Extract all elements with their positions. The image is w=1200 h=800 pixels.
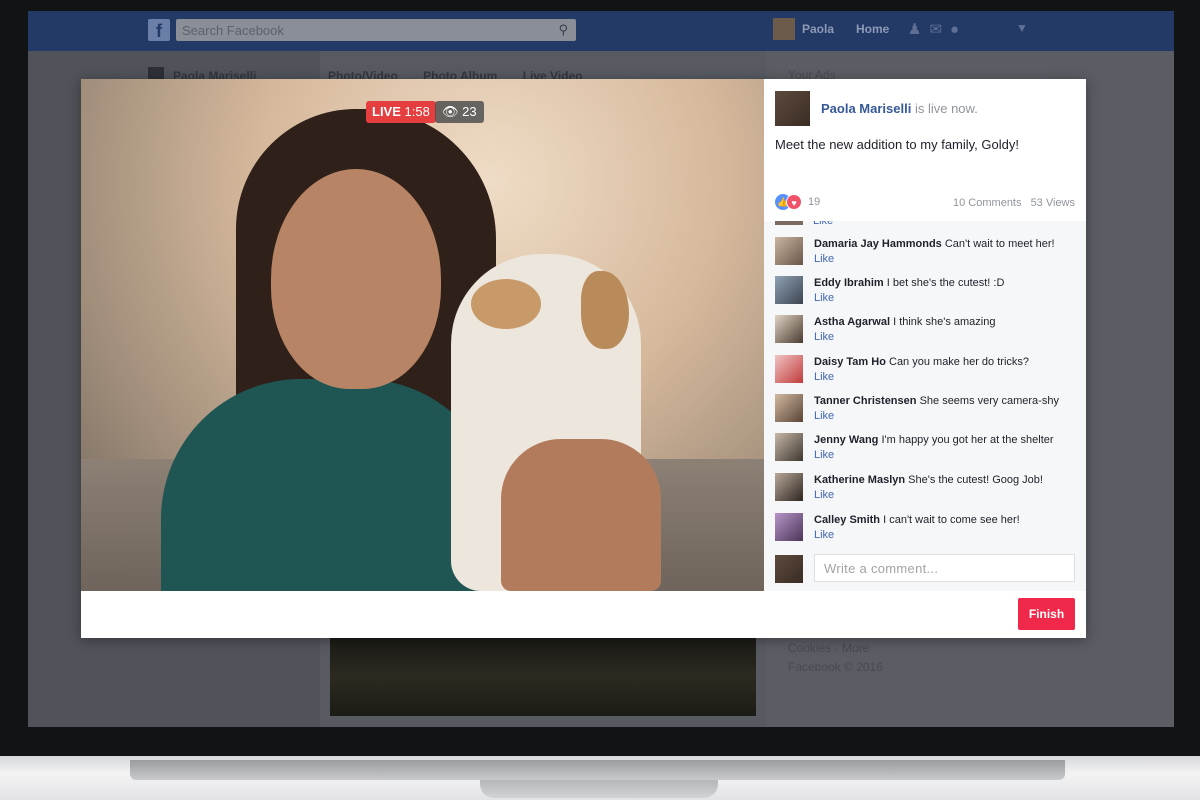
- comment-text: Daisy Tam Ho Can you make her do tricks?: [814, 356, 1029, 368]
- live-badge: LIVE 1:58: [366, 101, 436, 123]
- notification-icons: ♟✉●: [908, 20, 967, 38]
- comment-avatar[interactable]: [775, 433, 803, 461]
- video-dog-spot: [471, 279, 541, 329]
- viewer-count-badge: 👁 23: [435, 101, 484, 123]
- footer-line-1[interactable]: Cookies · More: [788, 639, 883, 658]
- post-status: is live now.: [914, 101, 978, 116]
- comment-avatar[interactable]: [775, 473, 803, 501]
- post-stats: 10 Comments 53 Views: [947, 197, 1075, 209]
- comment-like-link[interactable]: Like: [814, 292, 834, 304]
- comment-text: Eddy Ibrahim I bet she's the cutest! :D: [814, 277, 1004, 289]
- comment-item: Tanner Christensen She seems very camera…: [775, 394, 1075, 430]
- comment-avatar: [775, 221, 803, 225]
- comment-text: Tanner Christensen She seems very camera…: [814, 395, 1059, 407]
- comment-body: She's the cutest! Goog Job!: [908, 474, 1043, 486]
- comment-like-link[interactable]: Like: [814, 529, 834, 541]
- comment-body: Can't wait to meet her!: [944, 238, 1055, 250]
- laptop-hinge: [130, 760, 1065, 780]
- comment-item: Calley Smith I can't wait to come see he…: [775, 513, 1075, 549]
- comment-author[interactable]: Tanner Christensen: [814, 395, 917, 407]
- post-author-avatar[interactable]: [775, 91, 810, 126]
- background-video-thumbnail: [330, 638, 756, 716]
- comment-author[interactable]: Daisy Tam Ho: [814, 356, 886, 368]
- post-sidebar: Paola Mariselli is live now. Meet the ne…: [764, 79, 1086, 591]
- comment-text: Damaria Jay Hammonds Can't wait to meet …: [814, 238, 1055, 250]
- comment-item: Katherine Maslyn She's the cutest! Goog …: [775, 473, 1075, 509]
- comment-like-link[interactable]: Like: [814, 253, 834, 265]
- comment-item: Damaria Jay Hammonds Can't wait to meet …: [775, 237, 1075, 273]
- comment-author[interactable]: Jenny Wang: [814, 434, 878, 446]
- comments-count[interactable]: 10 Comments: [953, 197, 1021, 209]
- account-menu-icon[interactable]: ▼: [1016, 21, 1028, 35]
- comment-avatar[interactable]: [775, 513, 803, 541]
- comment-composer: [764, 549, 1086, 591]
- love-reaction-icon: ♥: [786, 194, 802, 210]
- facebook-logo-icon[interactable]: f: [148, 19, 170, 41]
- comment-author[interactable]: Astha Agarwal: [814, 316, 890, 328]
- live-video-stream[interactable]: LIVE 1:58 👁 23: [81, 79, 764, 591]
- search-icon[interactable]: ⚲: [558, 22, 568, 38]
- globe-icon[interactable]: ●: [950, 21, 967, 38]
- comment-avatar[interactable]: [775, 276, 803, 304]
- comment-like-link[interactable]: Like: [814, 449, 834, 461]
- comment-avatar[interactable]: [775, 355, 803, 383]
- comment-body: I think she's amazing: [893, 316, 996, 328]
- viewer-count: 23: [462, 104, 477, 119]
- live-label: LIVE: [372, 104, 401, 119]
- comment-body: I can't wait to come see her!: [883, 514, 1020, 526]
- comment-body: She seems very camera-shy: [919, 395, 1059, 407]
- comment-body: I'm happy you got her at the shelter: [881, 434, 1054, 446]
- comment-like-link[interactable]: Like: [814, 331, 834, 343]
- comment-item: Eddy Ibrahim I bet she's the cutest! :D …: [775, 276, 1075, 312]
- comment-text: Jenny Wang I'm happy you got her at the …: [814, 434, 1054, 446]
- post-text: Meet the new addition to my family, Gold…: [775, 137, 1019, 152]
- comment-author[interactable]: Katherine Maslyn: [814, 474, 905, 486]
- footer-links: Cookies · More Facebook © 2016: [788, 639, 883, 677]
- comment-item: Daisy Tam Ho Can you make her do tricks?…: [775, 355, 1075, 391]
- comments-list: Like Damaria Jay Hammonds Can't wait to …: [764, 221, 1086, 591]
- comment-body: I bet she's the cutest! :D: [886, 277, 1005, 289]
- reaction-count: 19: [808, 196, 821, 208]
- top-navigation-bar: f Search Facebook ⚲ Paola Home ♟✉● ▼: [28, 11, 1174, 51]
- eye-icon: 👁: [442, 104, 459, 119]
- comment-body: Can you make her do tricks?: [889, 356, 1030, 368]
- messages-icon[interactable]: ✉: [929, 21, 950, 38]
- laptop-notch: [480, 780, 718, 798]
- top-profile-link[interactable]: Paola: [802, 22, 834, 36]
- top-avatar[interactable]: [773, 18, 795, 40]
- comment-text: Katherine Maslyn She's the cutest! Goog …: [814, 474, 1043, 486]
- finish-button[interactable]: Finish: [1018, 598, 1075, 630]
- comment-like-link[interactable]: Like: [814, 410, 834, 422]
- comment-like-link[interactable]: Like: [813, 221, 833, 227]
- video-person-face: [271, 169, 441, 389]
- comment-avatar[interactable]: [775, 394, 803, 422]
- comment-text: Astha Agarwal I think she's amazing: [814, 316, 995, 328]
- friend-requests-icon[interactable]: ♟: [908, 21, 929, 38]
- comment-avatar[interactable]: [775, 237, 803, 265]
- comment-like-link[interactable]: Like: [814, 489, 834, 501]
- comment-item: Jenny Wang I'm happy you got her at the …: [775, 433, 1075, 469]
- top-home-link[interactable]: Home: [856, 22, 889, 36]
- video-dog-ear: [581, 271, 629, 349]
- video-person-shirt: [161, 379, 501, 591]
- comment-author[interactable]: Calley Smith: [814, 514, 880, 526]
- comment-partial: Like: [775, 221, 833, 227]
- live-timer: 1:58: [404, 104, 430, 119]
- live-video-modal: LIVE 1:58 👁 23 Paola Mariselli is live n…: [81, 79, 1086, 638]
- footer-line-2: Facebook © 2016: [788, 660, 883, 674]
- comment-like-link[interactable]: Like: [814, 371, 834, 383]
- video-hands: [501, 439, 661, 591]
- post-header: Paola Mariselli is live now.: [821, 101, 978, 116]
- composer-avatar: [775, 555, 803, 583]
- search-input[interactable]: Search Facebook ⚲: [176, 19, 576, 41]
- comment-input[interactable]: [814, 554, 1075, 582]
- comment-avatar[interactable]: [775, 315, 803, 343]
- comment-author[interactable]: Eddy Ibrahim: [814, 277, 884, 289]
- comment-item: Astha Agarwal I think she's amazing Like: [775, 315, 1075, 351]
- search-placeholder: Search Facebook: [182, 23, 284, 38]
- comment-author[interactable]: Damaria Jay Hammonds: [814, 238, 942, 250]
- views-count: 53 Views: [1030, 197, 1075, 209]
- post-author-name[interactable]: Paola Mariselli: [821, 101, 911, 116]
- comment-text: Calley Smith I can't wait to come see he…: [814, 514, 1020, 526]
